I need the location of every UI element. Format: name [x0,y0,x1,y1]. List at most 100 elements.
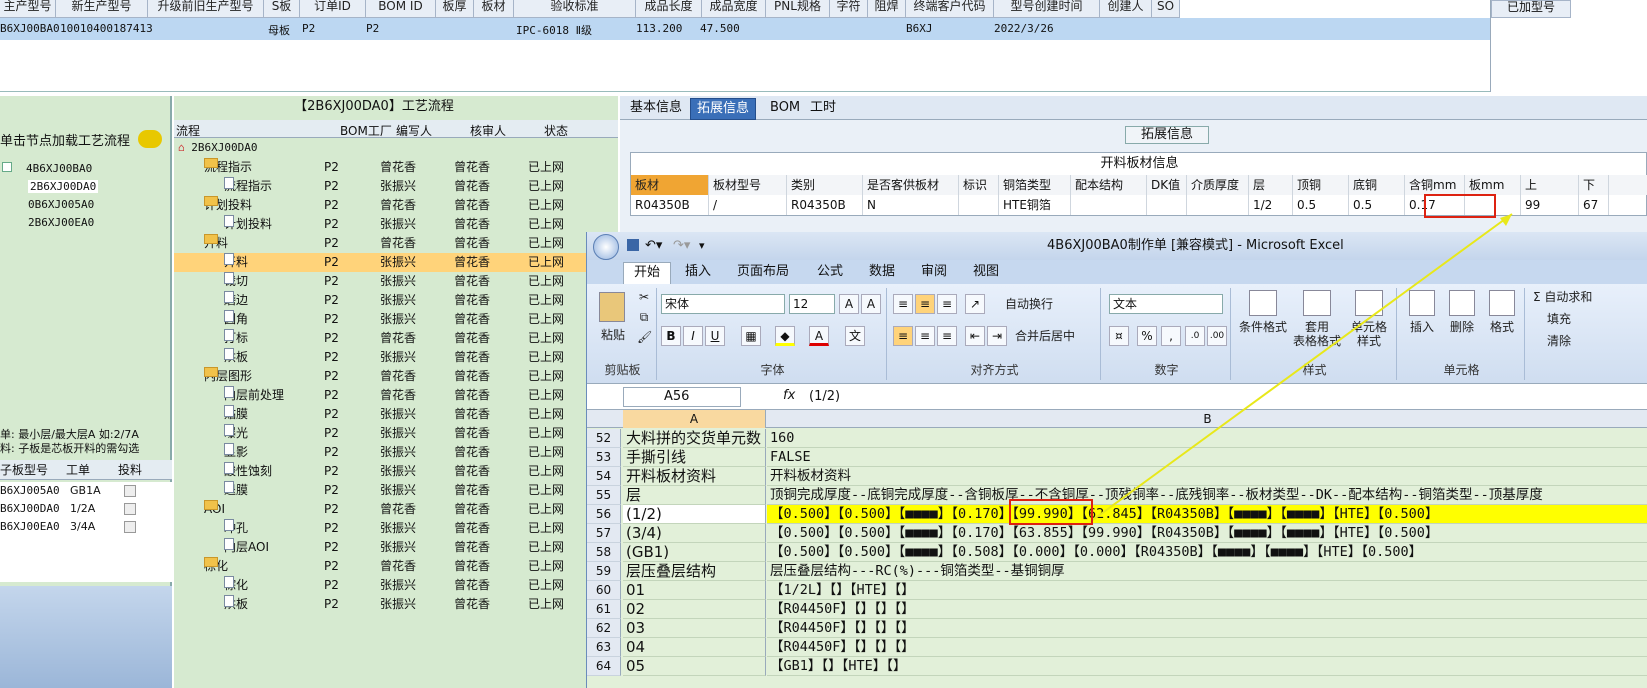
table-header-cell[interactable]: 铜箔类型 [999,175,1071,195]
phonetic-icon[interactable]: 文 [845,326,865,346]
tab-basic-info[interactable]: 基本信息 [624,98,688,120]
tab-work-hours[interactable]: 工时 [804,98,842,120]
col-header-old-model[interactable]: 升级前旧生产型号 [148,0,264,18]
sheet-row[interactable]: 57 (3/4) 【0.500】【0.500】【■■■■】【0.170】【63.85… [587,524,1647,543]
col-header-bom-id[interactable]: BOM ID [366,0,436,18]
delete-cells-icon[interactable] [1449,290,1475,316]
col-header-bom-factory[interactable]: BOM工厂 [340,122,392,139]
clear-button[interactable]: 清除 [1547,334,1571,348]
percent-icon[interactable]: % [1137,326,1157,346]
office-button-icon[interactable] [593,234,619,260]
col-header-reviewer[interactable]: 核审人 [470,122,506,139]
align-left-icon[interactable]: ≡ [893,326,913,346]
row-number[interactable]: 55 [587,486,621,505]
tree-node-root[interactable]: 4B6XJ00BA0 [2,160,98,178]
copy-icon[interactable]: ⧉ [637,310,651,324]
redo-icon[interactable]: ↷▾ [673,232,690,260]
checkbox[interactable] [124,503,136,515]
row-number[interactable]: 59 [587,562,621,581]
tree-node[interactable]: 2B6XJ00DA0 [2,178,99,196]
table-header-cell[interactable]: 板mm [1465,175,1521,195]
cell-style-icon[interactable] [1355,290,1383,316]
col-header-new-model[interactable]: 新生产型号 [56,0,148,18]
col-header-material[interactable]: 板材 [474,0,514,18]
sheet-row[interactable]: 58 (GB1) 【0.500】【0.500】【■■■■】【0.508】【0.000… [587,543,1647,562]
cell-a[interactable]: 层 [623,486,766,505]
font-name-select[interactable]: 宋体 [661,294,785,314]
table-format-icon[interactable] [1303,290,1331,316]
flow-row[interactable]: 计划投料 P2 张振兴 曾花香 已上网 [174,215,618,234]
chat-icon[interactable] [138,130,162,148]
col-header-created[interactable]: 型号创建时间 [994,0,1100,18]
flow-row[interactable]: 曝光 P2 张振兴 曾花香 已上网 [174,424,618,443]
sheet-row[interactable]: 59 层压叠层结构 层压叠层结构---RC(%)---铜箔类型--基铜铜厚 [587,562,1647,581]
insert-cells-icon[interactable] [1409,290,1435,316]
table-header-cell[interactable]: 标识 [959,175,999,195]
flow-row[interactable]: 棕化 P2 张振兴 曾花香 已上网 [174,576,618,595]
flow-row[interactable]: AOI P2 曾花香 曾花香 已上网 [174,500,618,519]
flow-row[interactable]: 圆角 P2 张振兴 曾花香 已上网 [174,310,618,329]
flow-row[interactable]: 打标 P2 曾花香 曾花香 已上网 [174,329,618,348]
grow-font-button[interactable]: A [839,294,859,314]
align-center-icon[interactable]: ≡ [915,326,935,346]
col-header-mask[interactable]: 阻焊 [868,0,906,18]
number-format-select[interactable]: 文本 [1109,294,1223,314]
col-header-s-board[interactable]: S板 [264,0,300,18]
tree-node[interactable]: 0B6XJ005A0 [2,196,98,214]
flow-row[interactable]: 裁切 P2 张振兴 曾花香 已上网 [174,272,618,291]
increase-decimal-icon[interactable]: .0 [1185,326,1205,346]
row-number[interactable]: 64 [587,657,621,676]
sheet-row[interactable]: 54 开料板材资料 开料板材资料 [587,467,1647,486]
cell-a[interactable]: (GB1) [623,543,766,562]
table-header-cell[interactable]: DK值 [1147,175,1187,195]
cell-a[interactable]: 02 [623,600,766,619]
flow-row[interactable]: 棕化 P2 曾花香 曾花香 已上网 [174,557,618,576]
table-header-cell[interactable]: 类别 [787,175,863,195]
table-header-cell[interactable]: 板材型号 [709,175,787,195]
col-header-standard[interactable]: 验收标准 [514,0,636,18]
flow-row[interactable]: 内层AOI P2 张振兴 曾花香 已上网 [174,538,618,557]
format-painter-icon[interactable]: 🖌 [637,330,652,344]
insert-button[interactable]: 插入 [1407,320,1437,334]
col-header-customer[interactable]: 终端客户代码 [906,0,994,18]
tab-home[interactable]: 开始 [623,262,672,284]
paste-button[interactable]: 粘贴 [597,328,629,342]
col-header-width[interactable]: 成品宽度 [702,0,766,18]
flow-row[interactable]: 计划投料 P2 曾花香 曾花香 已上网 [174,196,618,215]
row-number[interactable]: 60 [587,581,621,600]
border-icon[interactable]: ▦ [741,326,761,346]
shrink-font-button[interactable]: A [861,294,881,314]
col-header-so[interactable]: SO [1152,0,1180,18]
col-header-creator[interactable]: 创建人 [1100,0,1152,18]
col-header-char[interactable]: 字符 [830,0,868,18]
checkbox[interactable] [124,521,136,533]
undo-icon[interactable]: ↶▾ [645,232,662,260]
paste-icon[interactable] [599,292,625,322]
cell-a[interactable]: 开料板材资料 [623,467,766,486]
col-header-order-id[interactable]: 订单ID [300,0,366,18]
cell-a[interactable]: 05 [623,657,766,676]
cell-a[interactable]: (3/4) [623,524,766,543]
sheet-row[interactable]: 55 层顶铜完成厚度--底铜完成厚度--含铜板厚--不含铜厚--顶残铜率--底残铜… [587,486,1647,505]
cell-b[interactable]: FALSE [767,448,1647,467]
flow-row[interactable]: 流程指示 P2 张振兴 曾花香 已上网 [174,177,618,196]
table-header-cell[interactable]: 含铜mm [1405,175,1465,195]
row-number[interactable]: 57 [587,524,621,543]
flow-row[interactable]: 贴膜 P2 张振兴 曾花香 已上网 [174,405,618,424]
sheet-row[interactable]: 60 01 【1/2L】【】【HTE】【】 [587,581,1647,600]
sheet-row[interactable]: 52 大料拼的交货单元数 160 [587,429,1647,448]
added-models-header[interactable]: 已加型号 [1491,0,1571,18]
table-header-cell[interactable]: 顶铜 [1293,175,1349,195]
table-header-cell[interactable]: 下 [1579,175,1609,195]
font-size-select[interactable]: 12 [789,294,835,314]
fill-button[interactable]: 填充 [1547,312,1571,326]
cell-b[interactable]: 层压叠层结构---RC(%)---铜箔类型--基铜铜厚 [767,562,1647,581]
sheet-row[interactable]: 53 手撕引线 FALSE [587,448,1647,467]
table-row[interactable]: B6XJ00EA0 3/4A [0,518,172,536]
comma-icon[interactable]: , [1161,326,1181,346]
col-header-flow[interactable]: 流程 [176,122,200,139]
table-header-cell[interactable]: 配本结构 [1071,175,1147,195]
cell-b[interactable]: 160 [767,429,1647,448]
table-header-cell[interactable]: 层 [1249,175,1293,195]
function-icon[interactable]: fx [783,388,795,403]
